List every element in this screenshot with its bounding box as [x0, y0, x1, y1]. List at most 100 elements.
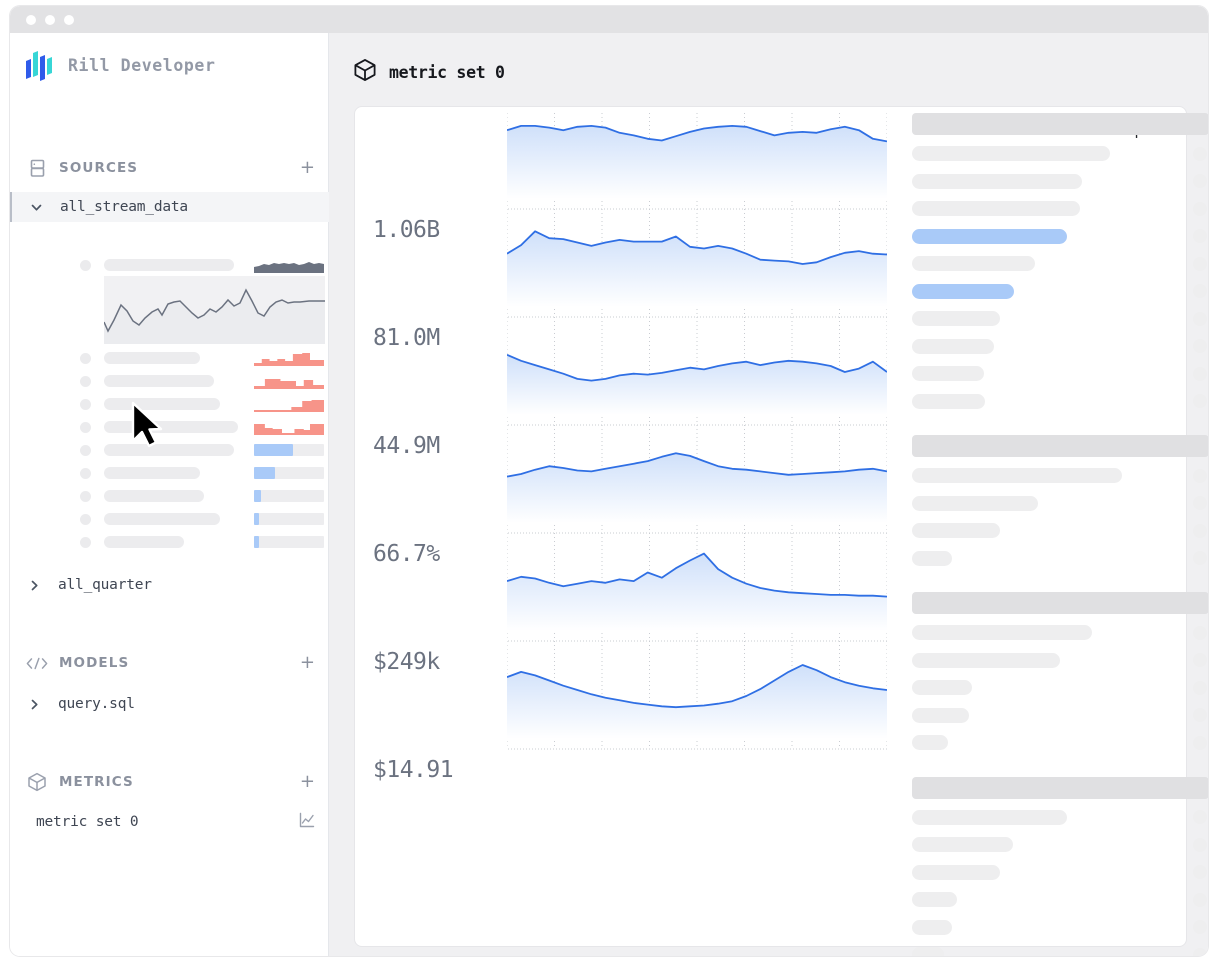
dimension-dot[interactable] [1193, 865, 1207, 879]
window-zoom-button[interactable] [64, 15, 74, 25]
dimension-dot[interactable] [1193, 174, 1207, 188]
column-progress-bar [254, 465, 324, 481]
dimension-bar[interactable] [912, 256, 1035, 271]
dimension-bar[interactable] [912, 947, 944, 956]
section-header-sources[interactable]: SOURCES + [10, 151, 329, 185]
column-row[interactable] [10, 461, 329, 484]
dimension-bar[interactable] [912, 523, 1000, 538]
add-metric-button[interactable]: + [300, 773, 315, 791]
column-name-placeholder [104, 536, 184, 548]
dimension-dot[interactable] [1193, 920, 1207, 934]
dimension-dot[interactable] [1193, 653, 1207, 667]
dimension-bar[interactable] [912, 551, 952, 566]
dimension-bar[interactable] [912, 311, 1000, 326]
column-name-placeholder [104, 352, 200, 364]
add-source-button[interactable]: + [300, 159, 315, 177]
dimension-dot[interactable] [1193, 202, 1207, 216]
dimension-bar[interactable] [912, 284, 1014, 299]
dimension-dot[interactable] [1193, 838, 1207, 852]
sidebar-item-all-quarter[interactable]: all_quarter [10, 570, 329, 600]
column-type-dot [80, 353, 91, 364]
brand[interactable]: Rill Developer [24, 49, 215, 81]
dimension-bar[interactable] [912, 735, 948, 750]
window-close-button[interactable] [26, 15, 36, 25]
column-row[interactable] [10, 507, 329, 530]
main-panel: metric set 0 Top 1.06B 81.0M 44.9M 66.7%… [329, 33, 1208, 956]
column-row[interactable] [10, 484, 329, 507]
column-histogram [254, 396, 324, 412]
dimension-bar[interactable] [912, 865, 1000, 880]
section-header-models[interactable]: MODELS + [10, 646, 329, 680]
line-chart-icon[interactable] [299, 812, 315, 832]
metric-value: 1.06B [373, 217, 440, 243]
sidebar-item-all-stream-data[interactable]: all_stream_data [10, 192, 329, 222]
sidebar-item-metric-set-0[interactable]: metric set 0 [10, 807, 329, 837]
dimension-dot[interactable] [1193, 736, 1207, 750]
dimension-bar[interactable] [912, 837, 1013, 852]
dimension-dot[interactable] [1193, 893, 1207, 907]
dimension-dot[interactable] [1193, 524, 1207, 538]
column-progress-bar [254, 511, 324, 527]
dimension-dot[interactable] [1193, 810, 1207, 824]
dimension-bar[interactable] [912, 625, 1092, 640]
section-header-metrics[interactable]: METRICS + [10, 765, 329, 799]
dimension-group-header[interactable] [912, 113, 1208, 135]
dimension-bar[interactable] [912, 680, 972, 695]
dimension-dot[interactable] [1193, 339, 1207, 353]
dimension-bar[interactable] [912, 653, 1060, 668]
dimension-bar[interactable] [912, 201, 1080, 216]
dimension-bar[interactable] [912, 468, 1122, 483]
column-row[interactable] [10, 530, 329, 553]
dimension-group-header[interactable] [912, 435, 1208, 457]
dimension-bar[interactable] [912, 339, 994, 354]
dimension-bar[interactable] [912, 892, 957, 907]
metric-value: 66.7% [373, 541, 440, 567]
dimension-dot[interactable] [1193, 367, 1207, 381]
window-minimize-button[interactable] [45, 15, 55, 25]
dimension-dot[interactable] [1193, 708, 1207, 722]
column-row[interactable] [10, 253, 329, 276]
sidebar-item-label: all_stream_data [60, 199, 188, 215]
dimension-bar[interactable] [912, 146, 1110, 161]
column-row[interactable] [10, 392, 329, 415]
dimension-dot[interactable] [1193, 469, 1207, 483]
column-name-placeholder [104, 467, 200, 479]
dimension-dot[interactable] [1193, 948, 1207, 957]
sidebar-item-query-sql[interactable]: query.sql [10, 689, 329, 719]
dimension-bar[interactable] [912, 496, 1038, 511]
dimension-dot[interactable] [1193, 496, 1207, 510]
chevron-right-icon[interactable] [28, 579, 58, 592]
dimension-bar[interactable] [912, 810, 1067, 825]
column-type-dot [80, 537, 91, 548]
dimension-dot[interactable] [1193, 312, 1207, 326]
column-row[interactable] [10, 369, 329, 392]
chevron-right-icon[interactable] [28, 698, 58, 711]
column-row[interactable] [10, 415, 329, 438]
dimension-group-header[interactable] [912, 777, 1208, 799]
dimension-group-header[interactable] [912, 592, 1208, 614]
chevron-down-icon[interactable] [30, 201, 60, 214]
dimension-dot[interactable] [1193, 147, 1207, 161]
dimension-dot[interactable] [1193, 681, 1207, 695]
dimension-dot[interactable] [1193, 284, 1207, 298]
dimension-dot[interactable] [1193, 394, 1207, 408]
chart-area [507, 554, 887, 631]
dimension-bar[interactable] [912, 708, 969, 723]
chart-area [507, 355, 887, 415]
dimension-bar[interactable] [912, 229, 1067, 244]
column-row[interactable] [10, 438, 329, 461]
sidebar-item-label: query.sql [58, 696, 135, 712]
add-model-button[interactable]: + [300, 654, 315, 672]
dimension-dot[interactable] [1193, 551, 1207, 565]
dimension-dot[interactable] [1193, 257, 1207, 271]
metric-charts[interactable] [507, 113, 887, 773]
dimension-bar[interactable] [912, 366, 984, 381]
dimension-bar[interactable] [912, 920, 952, 935]
dimension-bar[interactable] [912, 394, 985, 409]
dimension-bar[interactable] [912, 174, 1082, 189]
dimension-dot[interactable] [1193, 229, 1207, 243]
column-row[interactable] [10, 346, 329, 369]
sidebar-item-label: metric set 0 [36, 814, 138, 830]
section-label-sources: SOURCES [59, 160, 138, 176]
dimension-dot[interactable] [1193, 626, 1207, 640]
